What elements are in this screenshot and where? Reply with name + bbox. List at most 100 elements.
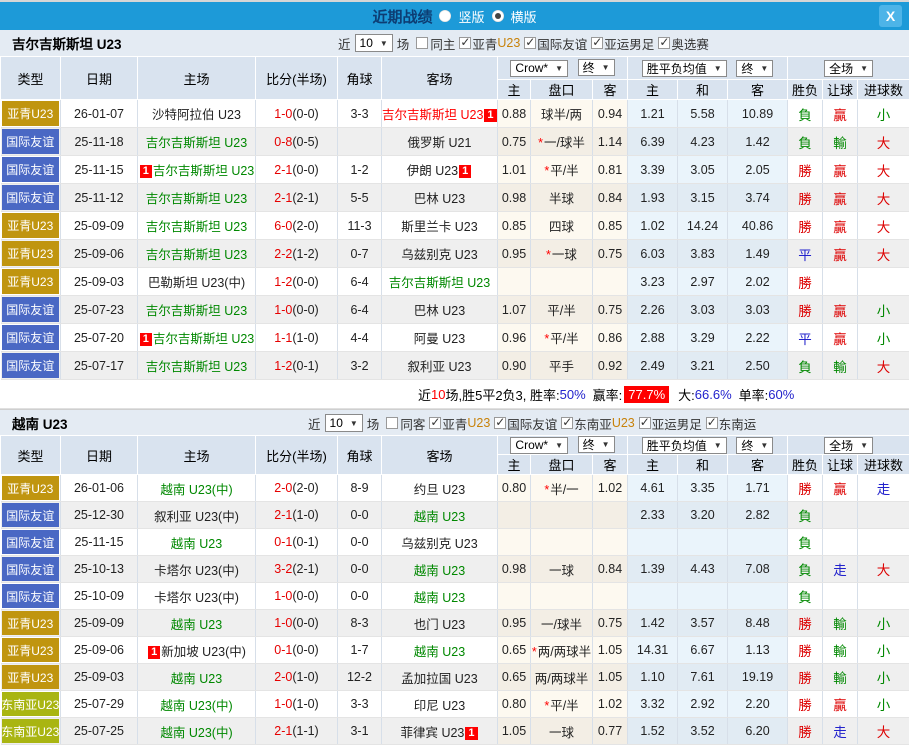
home-team-name: 越南 U23(中) — [160, 726, 232, 740]
close-icon[interactable]: X — [879, 5, 902, 27]
match-date: 25-12-30 — [61, 502, 138, 529]
score-cell: 6-0(2-0) — [256, 212, 338, 240]
league-checkbox[interactable] — [706, 417, 718, 429]
near-label: 近 — [338, 34, 351, 53]
result-text: 贏 — [833, 248, 847, 263]
handicap-line: *两/两球半 — [531, 637, 593, 664]
final-mean-dropdown[interactable]: 终▼ — [736, 437, 773, 454]
odds-away — [593, 268, 628, 296]
home-team-name: 叙利亚 U23(中) — [154, 510, 239, 524]
final-odds-dropdown[interactable]: 终▼ — [578, 436, 615, 453]
league-checkbox[interactable] — [639, 417, 651, 429]
league-checkbox[interactable] — [429, 417, 441, 429]
halftime-score: (2-1) — [292, 191, 318, 205]
final-odds-dropdown[interactable]: 终▼ — [578, 59, 615, 76]
mean-odds-dropdown[interactable]: 胜平负均值▼ — [642, 437, 727, 454]
mean-home: 1.02 — [628, 212, 678, 240]
halftime-score: (1-2) — [292, 247, 318, 261]
away-team-name: 斯里兰卡 U23 — [401, 220, 477, 234]
corner-score: 1-2 — [338, 156, 382, 184]
league-checkbox[interactable] — [561, 417, 573, 429]
sub-header-odds-away: 客 — [593, 455, 628, 475]
match-count-select[interactable]: 10▼ — [355, 34, 393, 52]
match-type-badge: 亚青U23 — [2, 269, 60, 294]
result-goals: 大 — [858, 352, 909, 380]
summary-text: 大: — [678, 385, 695, 404]
home-team-name: 卡塔尔 U23(中) — [154, 564, 239, 578]
mean-home: 14.31 — [628, 637, 678, 664]
league-checkbox[interactable] — [658, 37, 670, 49]
handicap-line: *平/半 — [531, 691, 593, 718]
final-mean-dropdown[interactable]: 终▼ — [736, 60, 773, 77]
mean-home — [628, 583, 678, 610]
same-venue-checkbox[interactable] — [386, 417, 398, 429]
match-count-select[interactable]: 10▼ — [325, 414, 363, 432]
mean-away: 40.86 — [728, 212, 788, 240]
mean-draw: 3.57 — [678, 610, 728, 637]
single-rate: 60% — [768, 387, 794, 402]
result-goals: 小 — [858, 296, 909, 324]
league-checkbox[interactable] — [591, 37, 603, 49]
league-label: 亚青 — [442, 414, 467, 433]
mean-draw: 5.58 — [678, 100, 728, 128]
fulltime-score: 1-0 — [274, 616, 292, 630]
home-team: 沙特阿拉伯 U23 — [138, 100, 256, 128]
result-goals: 大 — [858, 718, 909, 745]
away-team-name: 越南 U23 — [414, 510, 465, 524]
mean-odds-dropdown[interactable]: 胜平负均值▼ — [642, 60, 727, 77]
result-text: 負 — [798, 509, 812, 524]
result-text: 小 — [877, 617, 891, 632]
vertical-layout-radio[interactable] — [439, 10, 451, 22]
result-text: 小 — [877, 332, 891, 347]
result-text: 負 — [798, 108, 812, 123]
team-name: 吉尔吉斯斯坦 U23 — [12, 33, 122, 53]
away-team-name: 越南 U23 — [414, 564, 465, 578]
result-text: 勝 — [798, 617, 812, 632]
col-header-type: 类型 — [1, 57, 61, 100]
chevron-down-icon: ▼ — [760, 441, 768, 450]
match-type-cell: 东南亚U23 — [1, 718, 61, 745]
same-venue-checkbox[interactable] — [416, 37, 428, 49]
recent-results-panel: 近期战绩 竖版 横版 X 吉尔吉斯斯坦 U23 近 10▼ 场 同主 亚青U23… — [0, 0, 909, 756]
league-checkbox[interactable] — [494, 417, 506, 429]
red-card-badge: 1 — [465, 727, 477, 740]
fullmatch-dropdown[interactable]: 全场▼ — [824, 437, 873, 454]
star-mark: * — [546, 248, 551, 262]
corner-score: 1-7 — [338, 637, 382, 664]
league-checkbox[interactable] — [459, 37, 471, 49]
sub-header-mean-home: 主 — [628, 455, 678, 475]
result-outcome: 勝 — [788, 475, 823, 502]
mean-away: 1.71 — [728, 475, 788, 502]
odds-home: 0.98 — [498, 184, 531, 212]
bookmaker-dropdown[interactable]: Crow*▼ — [510, 437, 568, 454]
halftime-score: (0-0) — [292, 163, 318, 177]
match-type-badge: 东南亚U23 — [2, 719, 60, 743]
fullmatch-dropdown[interactable]: 全场▼ — [824, 60, 873, 77]
mean-draw: 3.15 — [678, 184, 728, 212]
mean-draw: 3.03 — [678, 296, 728, 324]
result-outcome: 平 — [788, 324, 823, 352]
match-type-badge: 东南亚U23 — [2, 692, 60, 716]
odds-home: 1.05 — [498, 718, 531, 745]
league-checkbox[interactable] — [524, 37, 536, 49]
halftime-score: (0-1) — [292, 535, 318, 549]
win-rate: 50% — [560, 387, 586, 402]
odds-away — [593, 529, 628, 556]
bookmaker-dropdown[interactable]: Crow*▼ — [510, 60, 568, 77]
home-team: 1新加坡 U23(中) — [138, 637, 256, 664]
result-text: 勝 — [798, 644, 812, 659]
horizontal-layout-radio[interactable] — [492, 10, 504, 22]
score-cell: 1-0(0-0) — [256, 100, 338, 128]
result-handicap — [823, 502, 858, 529]
result-text: 大 — [877, 248, 891, 263]
corner-score: 0-0 — [338, 556, 382, 583]
match-type-badge: 国际友谊 — [2, 530, 60, 554]
result-outcome: 勝 — [788, 664, 823, 691]
away-team-name: 吉尔吉斯斯坦 U23 — [382, 108, 483, 122]
match-type-cell: 国际友谊 — [1, 324, 61, 352]
col-header-score: 比分(半场) — [256, 57, 338, 100]
fulltime-score: 1-0 — [274, 107, 292, 121]
match-type-cell: 亚青U23 — [1, 212, 61, 240]
col-header-away: 客场 — [382, 57, 498, 100]
fulltime-score: 3-2 — [274, 562, 292, 576]
